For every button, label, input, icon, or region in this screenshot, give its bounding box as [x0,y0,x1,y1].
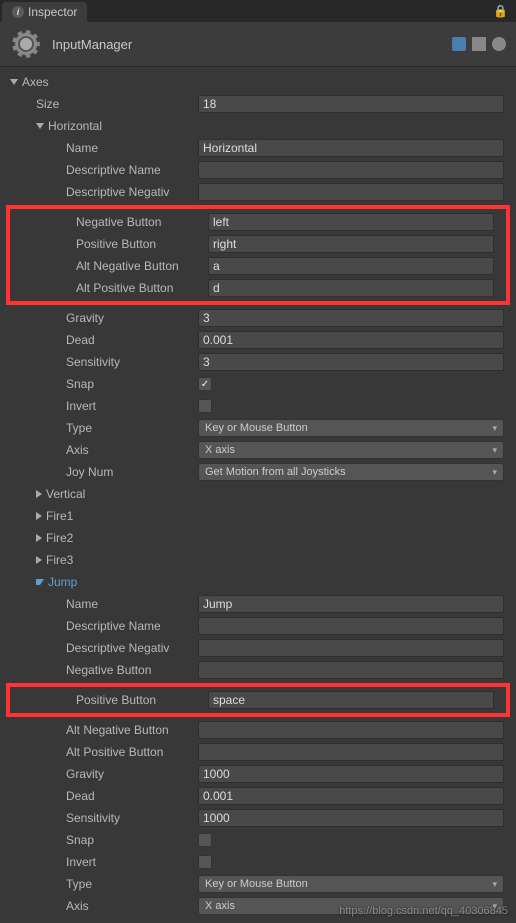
h-snap-checkbox[interactable]: ✓ [198,377,212,391]
j-descneg-label: Descriptive Negativ [8,641,198,655]
chevron-down-icon [36,579,44,585]
chevron-right-icon [36,512,42,520]
chevron-right-icon [36,556,42,564]
horizontal-foldout[interactable]: Horizontal [0,115,516,137]
component-title: InputManager [52,37,442,52]
highlight-box-2: Positive Button [6,683,510,717]
h-negbtn-label: Negative Button [18,215,208,229]
h-type-dropdown[interactable]: Key or Mouse Button [198,419,504,437]
gear-icon [10,28,42,60]
j-invert-label: Invert [8,855,198,869]
h-dead-input[interactable] [198,331,504,349]
h-descneg-input[interactable] [198,183,504,201]
h-axis-dropdown[interactable]: X axis [198,441,504,459]
chevron-down-icon [10,79,18,85]
jump-foldout[interactable]: Jump [0,571,516,593]
h-type-label: Type [8,421,198,435]
h-gravity-input[interactable] [198,309,504,327]
h-sens-label: Sensitivity [8,355,198,369]
j-invert-checkbox[interactable] [198,855,212,869]
size-label: Size [8,97,198,111]
h-name-label: Name [8,141,198,155]
j-altneg-label: Alt Negative Button [8,723,198,737]
j-gravity-input[interactable] [198,765,504,783]
j-altpos-input[interactable] [198,743,504,761]
h-invert-checkbox[interactable] [198,399,212,413]
j-posbtn-label: Positive Button [18,693,208,707]
j-descname-label: Descriptive Name [8,619,198,633]
chevron-right-icon [36,534,42,542]
h-dead-label: Dead [8,333,198,347]
j-negbtn-label: Negative Button [8,663,198,677]
j-axis-label: Axis [8,899,198,913]
chevron-down-icon [36,123,44,129]
fire1-foldout[interactable]: Fire1 [0,505,516,527]
h-name-input[interactable] [198,139,504,157]
size-input[interactable] [198,95,504,113]
highlight-box-1: Negative Button Positive Button Alt Nega… [6,205,510,305]
h-invert-label: Invert [8,399,198,413]
j-dead-input[interactable] [198,787,504,805]
j-snap-checkbox[interactable] [198,833,212,847]
h-descname-input[interactable] [198,161,504,179]
h-descname-label: Descriptive Name [8,163,198,177]
axes-foldout[interactable]: Axes [0,71,516,93]
j-sens-label: Sensitivity [8,811,198,825]
j-dead-label: Dead [8,789,198,803]
h-altpos-input[interactable] [208,279,494,297]
tab-label: Inspector [28,5,77,19]
h-descneg-label: Descriptive Negativ [8,185,198,199]
h-altneg-label: Alt Negative Button [18,259,208,273]
vertical-foldout[interactable]: Vertical [0,483,516,505]
j-posbtn-input[interactable] [208,691,494,709]
j-altneg-input[interactable] [198,721,504,739]
j-negbtn-input[interactable] [198,661,504,679]
h-posbtn-label: Positive Button [18,237,208,251]
h-axis-label: Axis [8,443,198,457]
j-name-label: Name [8,597,198,611]
j-descname-input[interactable] [198,617,504,635]
j-altpos-label: Alt Positive Button [8,745,198,759]
fire2-foldout[interactable]: Fire2 [0,527,516,549]
h-altpos-label: Alt Positive Button [18,281,208,295]
h-joy-dropdown[interactable]: Get Motion from all Joysticks [198,463,504,481]
lock-icon[interactable]: 🔒 [485,0,516,22]
component-header: InputManager [0,22,516,67]
h-sens-input[interactable] [198,353,504,371]
watermark: https://blog.csdn.net/qq_40306845 [339,905,508,917]
j-sens-input[interactable] [198,809,504,827]
chevron-right-icon [36,490,42,498]
j-type-label: Type [8,877,198,891]
j-gravity-label: Gravity [8,767,198,781]
h-altneg-input[interactable] [208,257,494,275]
h-negbtn-input[interactable] [208,213,494,231]
help-icon[interactable] [452,37,466,51]
preset-icon[interactable] [472,37,486,51]
h-snap-label: Snap [8,377,198,391]
settings-icon[interactable] [492,37,506,51]
j-name-input[interactable] [198,595,504,613]
h-posbtn-input[interactable] [208,235,494,253]
fire3-foldout[interactable]: Fire3 [0,549,516,571]
j-type-dropdown[interactable]: Key or Mouse Button [198,875,504,893]
h-gravity-label: Gravity [8,311,198,325]
info-icon: i [12,6,24,18]
j-snap-label: Snap [8,833,198,847]
inspector-tab[interactable]: i Inspector [2,2,87,22]
h-joy-label: Joy Num [8,465,198,479]
j-descneg-input[interactable] [198,639,504,657]
